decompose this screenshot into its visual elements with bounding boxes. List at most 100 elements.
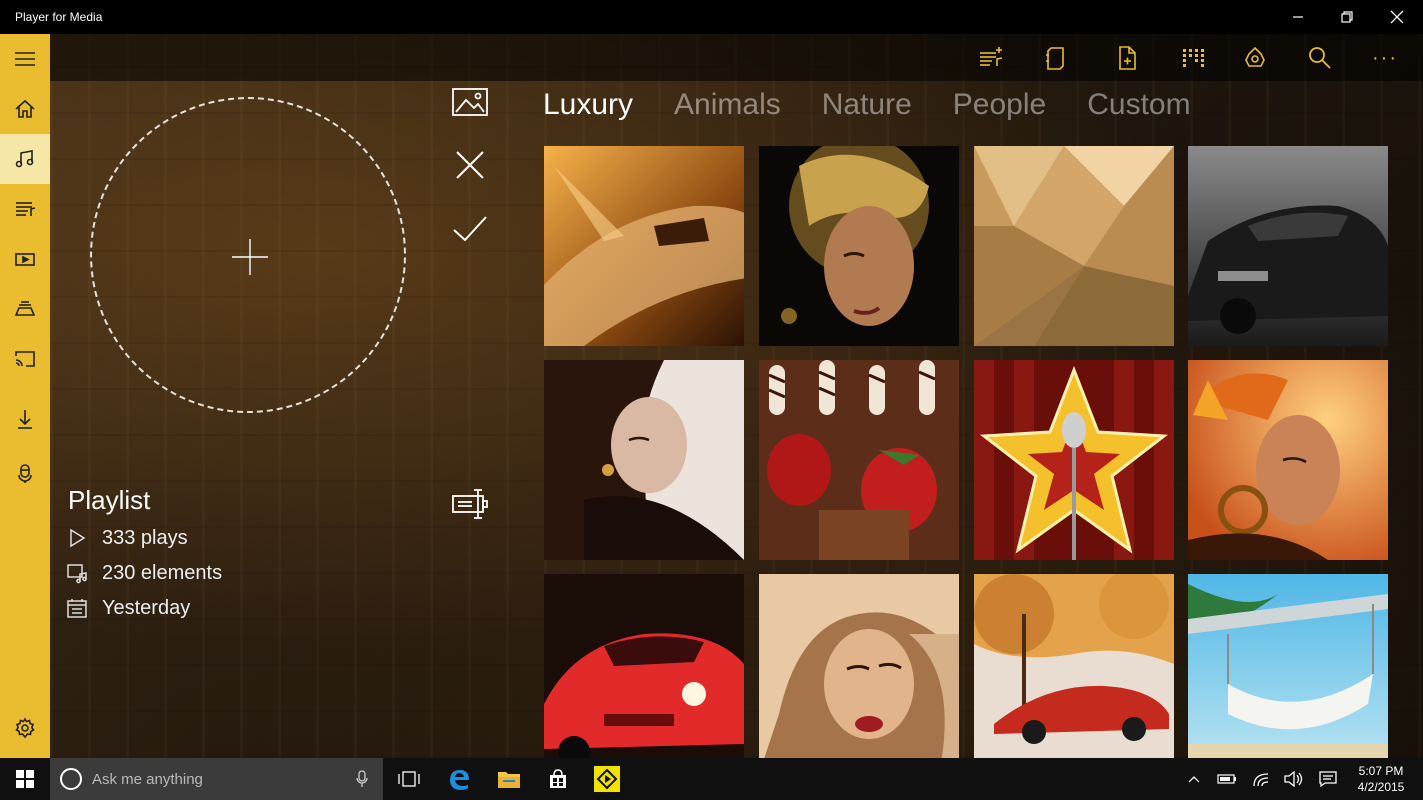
sidebar-item-music[interactable] [0, 134, 50, 184]
beach-hammock-image [1188, 574, 1388, 758]
download-icon [18, 410, 32, 429]
store-button[interactable] [537, 758, 579, 800]
sidebar-item-playlists[interactable] [0, 184, 50, 234]
image-tile[interactable] [974, 360, 1174, 560]
clock[interactable]: 5:07 PM 4/2/2015 [1350, 763, 1412, 795]
menu-button[interactable] [0, 34, 50, 84]
player-app-button[interactable] [586, 758, 628, 800]
edge-button[interactable] [438, 758, 480, 800]
image-tile[interactable] [544, 360, 744, 560]
play-icon [70, 528, 86, 548]
windows-icon [16, 770, 34, 788]
action-center-button[interactable] [1315, 758, 1341, 800]
sidebar-item-library[interactable] [0, 284, 50, 334]
window-title: Player for Media [15, 10, 103, 24]
image-icon [452, 88, 488, 116]
image-tile[interactable] [1188, 360, 1388, 560]
search-button[interactable] [1305, 44, 1335, 72]
playlist-cover-picker[interactable] [90, 97, 406, 413]
sidebar-item-cast[interactable] [0, 334, 50, 384]
choose-image-button[interactable] [448, 80, 492, 124]
sidebar-item-recorder[interactable] [0, 449, 50, 499]
tab-people[interactable]: People [953, 88, 1046, 122]
sidebar [0, 34, 50, 758]
battery-icon [1217, 774, 1236, 784]
open-folder-button[interactable] [1041, 44, 1071, 72]
cortana-icon [60, 768, 82, 790]
equalizer-button[interactable] [1178, 44, 1208, 72]
toolbar: ··· [50, 34, 1423, 81]
airplane-image [544, 146, 744, 346]
player-app-icon [594, 766, 620, 792]
microphone-icon[interactable] [355, 770, 369, 788]
minimize-button[interactable] [1273, 0, 1323, 34]
more-label: ··· [1372, 47, 1398, 69]
equalizer-icon [1183, 49, 1204, 67]
show-hidden-icons-button[interactable] [1184, 758, 1204, 800]
elements-row: 230 elements [66, 559, 222, 587]
image-tile[interactable] [1188, 146, 1388, 346]
close-icon [456, 151, 484, 179]
red-car-autumn-image [974, 574, 1174, 758]
display-mode-button[interactable] [448, 482, 492, 526]
more-button[interactable]: ··· [1370, 44, 1400, 72]
image-tile[interactable] [1188, 574, 1388, 758]
image-tile[interactable] [544, 574, 744, 758]
plays-count: 333 plays [102, 526, 188, 549]
restore-button[interactable] [1322, 0, 1372, 34]
tab-luxury[interactable]: Luxury [543, 88, 633, 122]
tab-nature[interactable]: Nature [822, 88, 912, 122]
red-sports-car-image [544, 574, 744, 758]
date-row: Yesterday [66, 594, 190, 622]
file-explorer-button[interactable] [488, 758, 530, 800]
image-tile[interactable] [759, 146, 959, 346]
image-tile[interactable] [759, 574, 959, 758]
music-icon [15, 150, 34, 168]
image-grid [544, 146, 1389, 758]
add-to-playlist-button[interactable] [976, 44, 1006, 72]
notifications-icon [1319, 771, 1337, 787]
close-window-button[interactable] [1372, 0, 1422, 34]
playlist-title: Playlist [68, 485, 151, 515]
plus-icon [232, 239, 268, 275]
start-button[interactable] [0, 758, 50, 800]
task-view-button[interactable] [389, 758, 429, 800]
image-tile[interactable] [974, 146, 1174, 346]
chevron-up-icon [1188, 776, 1200, 783]
minimize-icon [1293, 16, 1303, 18]
settings-icon [15, 717, 35, 739]
cortana-search-box[interactable]: Ask me anything [50, 758, 383, 800]
folder-icon [1046, 47, 1064, 70]
network-button[interactable] [1250, 758, 1274, 800]
autumn-leaves-woman-image [1188, 360, 1388, 560]
battery-button[interactable] [1215, 758, 1239, 800]
tab-animals[interactable]: Animals [674, 88, 781, 122]
sidebar-item-videos[interactable] [0, 234, 50, 284]
gold-headdress-woman-image [759, 146, 959, 346]
taskbar: Ask me anything 5:07 PM 4/2/2015 [0, 758, 1423, 800]
playlist-icon [16, 202, 36, 216]
volume-button[interactable] [1282, 758, 1306, 800]
sidebar-item-settings[interactable] [0, 703, 50, 753]
title-bar: Player for Media [0, 0, 1423, 34]
cancel-button[interactable] [448, 143, 492, 187]
gold-polygon-image [974, 146, 1174, 346]
confirm-button[interactable] [448, 206, 492, 250]
microphone-icon [18, 464, 32, 483]
screen-icon [452, 489, 488, 519]
sidebar-item-downloads[interactable] [0, 394, 50, 444]
black-sports-car-image [1188, 146, 1388, 346]
explorer-icon [498, 772, 520, 788]
pin-button[interactable] [1240, 44, 1270, 72]
edge-icon [450, 770, 469, 790]
image-tile[interactable] [544, 146, 744, 346]
sidebar-item-home[interactable] [0, 84, 50, 134]
new-file-button[interactable] [1112, 44, 1142, 72]
elements-count: 230 elements [102, 561, 223, 584]
checkmark-icon [453, 216, 487, 242]
last-played: Yesterday [102, 596, 191, 619]
image-tile[interactable] [759, 360, 959, 560]
clock-time: 5:07 PM [1358, 764, 1404, 778]
tab-custom[interactable]: Custom [1087, 88, 1190, 122]
image-tile[interactable] [974, 574, 1174, 758]
